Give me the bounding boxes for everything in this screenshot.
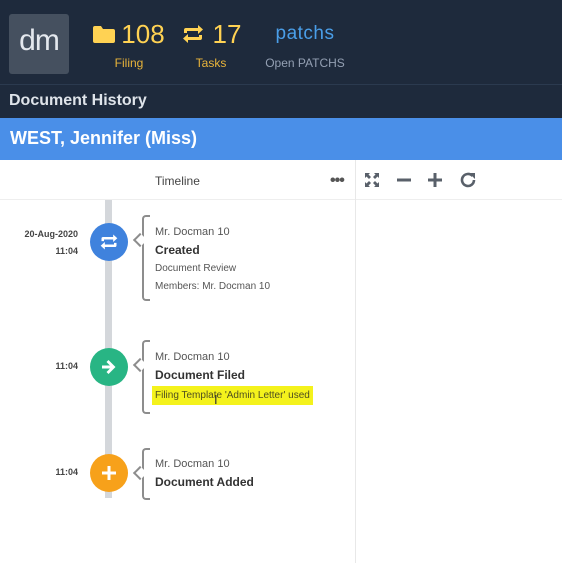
tasks-label: Tasks xyxy=(195,56,227,70)
filing-label: Filing xyxy=(114,56,144,70)
event-card[interactable]: Mr. Docman 10 Created Document Review Me… xyxy=(155,226,270,292)
created-node xyxy=(90,223,128,261)
docman-logo[interactable]: dm xyxy=(9,14,69,74)
tasks-button[interactable]: 17 Tasks xyxy=(178,20,244,70)
event-time: 11:04 xyxy=(55,361,78,371)
patchs-label: Open PATCHS xyxy=(265,56,345,70)
added-node xyxy=(90,454,128,492)
event-time: 11:04 xyxy=(55,467,78,477)
zoom-in-icon[interactable] xyxy=(426,171,444,189)
event-title: Document Added xyxy=(155,475,254,489)
event-detail: Document Review xyxy=(155,263,237,274)
filed-node xyxy=(90,348,128,386)
event-detail: Members: Mr. Docman 10 xyxy=(155,281,271,292)
repeat-icon xyxy=(100,234,118,250)
plus-icon xyxy=(102,466,116,480)
event-title: Created xyxy=(155,243,200,257)
event-author: Mr. Docman 10 xyxy=(155,226,230,238)
arrow-right-icon xyxy=(102,360,116,374)
event-bracket xyxy=(142,340,150,414)
patchs-logo: patchs xyxy=(275,23,335,44)
open-patchs-button[interactable]: patchs Open PATCHS xyxy=(256,22,354,70)
highlighted-detail: Filing Template 'Admin Letter' used xyxy=(152,386,313,405)
event-author: Mr. Docman 10 xyxy=(155,458,230,470)
repeat-icon xyxy=(182,25,203,43)
event-date: 20-Aug-2020 xyxy=(24,229,78,239)
filing-button[interactable]: 108 Filing xyxy=(88,20,170,70)
timeline-heading: Timeline xyxy=(155,174,200,188)
top-bar: dm 108 Filing 17 Tasks patchs Open PATCH… xyxy=(0,0,562,84)
panel-divider xyxy=(355,160,356,563)
expand-icon[interactable] xyxy=(363,171,381,189)
event-card[interactable]: Mr. Docman 10 Document Added xyxy=(155,458,254,489)
event-time: 11:04 xyxy=(55,246,78,256)
zoom-out-icon[interactable] xyxy=(395,171,413,189)
tasks-count: 17 xyxy=(212,19,242,49)
refresh-icon[interactable] xyxy=(459,171,477,189)
event-card[interactable]: Mr. Docman 10 Document Filed Filing Temp… xyxy=(152,351,313,405)
text-cursor-icon: I xyxy=(214,392,218,407)
event-bracket xyxy=(142,448,150,500)
patient-name: WEST, Jennifer (Miss) xyxy=(10,128,198,148)
filing-count: 108 xyxy=(121,19,165,49)
document-history-bar: Document History xyxy=(0,84,562,118)
logo-text: dm xyxy=(19,24,60,57)
page-title: Document History xyxy=(9,92,147,109)
event-author: Mr. Docman 10 xyxy=(155,351,230,363)
more-options-icon[interactable]: ••• xyxy=(330,172,345,190)
event-title: Document Filed xyxy=(155,368,246,382)
event-bracket xyxy=(142,215,150,301)
patient-bar: WEST, Jennifer (Miss) xyxy=(0,118,562,160)
folder-icon xyxy=(93,25,116,43)
timeline-toolbar: Timeline ••• xyxy=(0,160,562,200)
